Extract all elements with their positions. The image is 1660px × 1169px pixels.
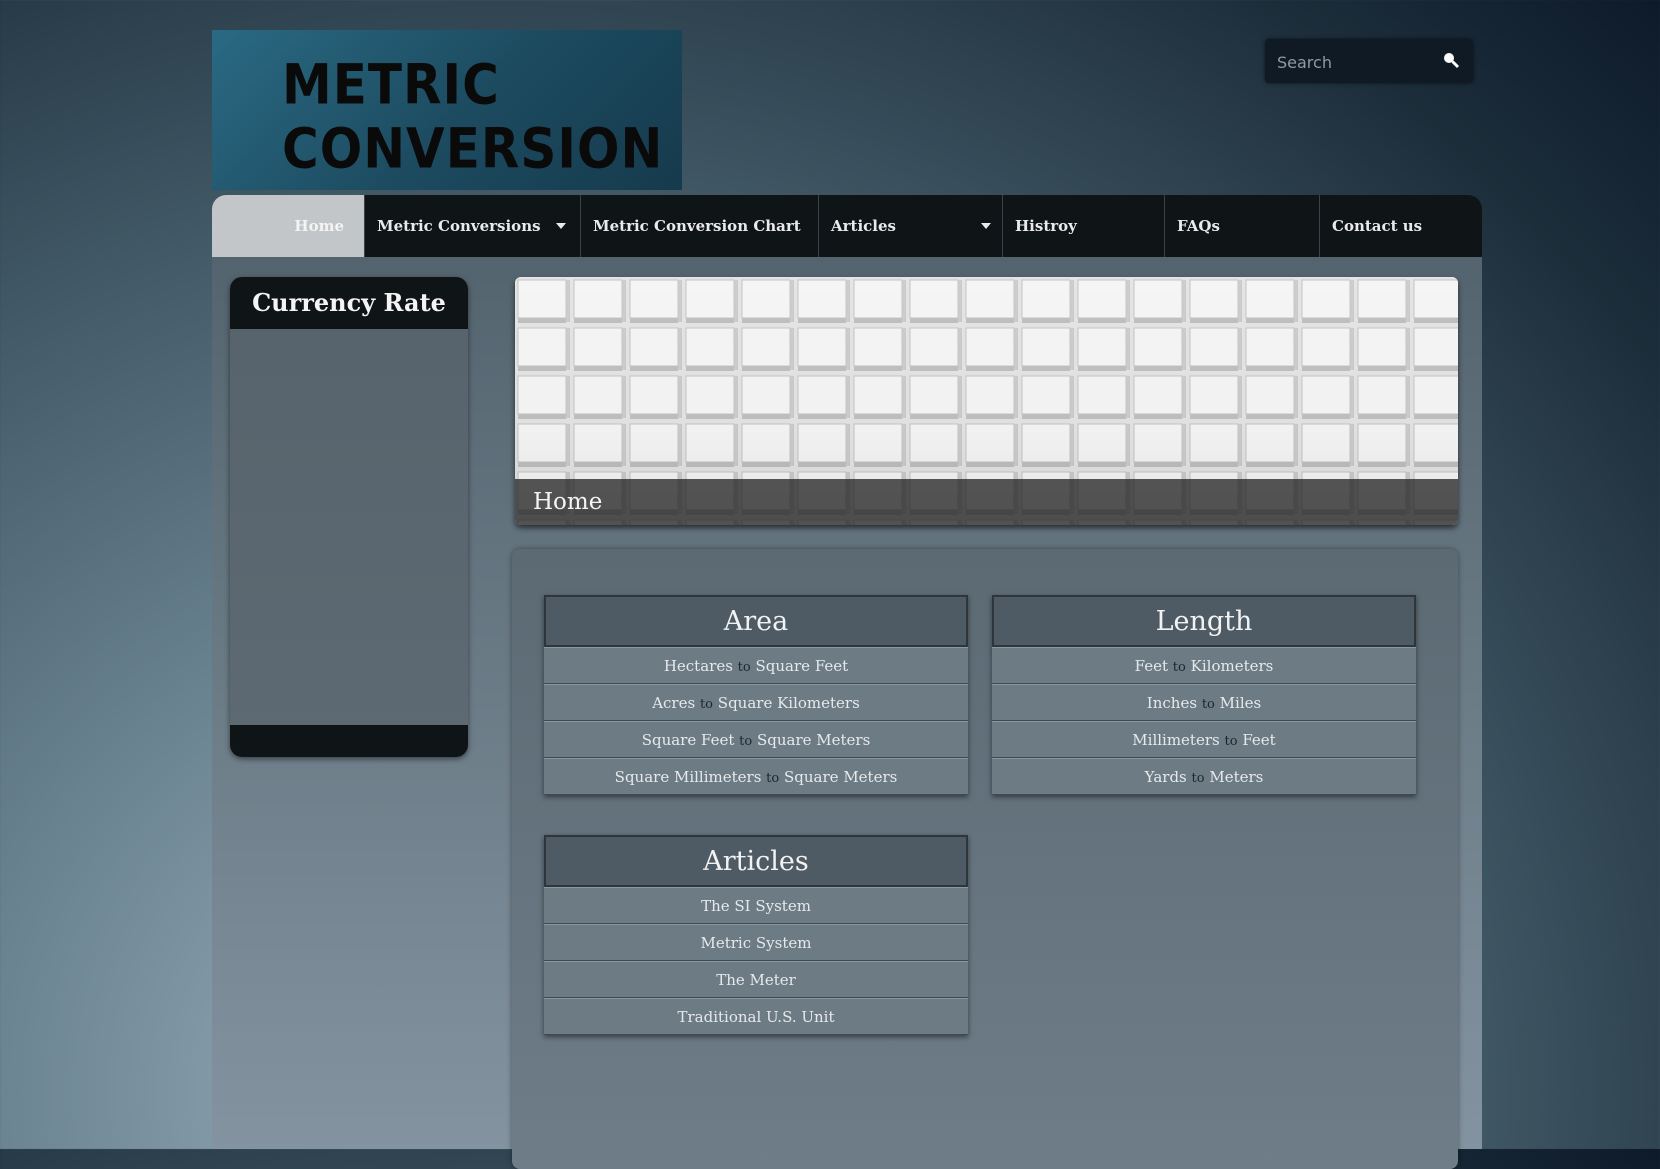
logo-line-1: METRIC	[282, 53, 500, 117]
nav-home[interactable]: Home	[212, 195, 364, 257]
unit-from: Feet	[1134, 657, 1169, 675]
main-nav: Home Metric Conversions Metric Conversio…	[212, 195, 1482, 257]
unit-from: Square Feet	[641, 731, 735, 749]
nav-metric-conversions[interactable]: Metric Conversions	[364, 195, 580, 257]
area-link[interactable]: Square Millimeters to Square Meters	[544, 758, 968, 795]
chevron-down-icon[interactable]	[556, 223, 566, 229]
unit-to: Square Feet	[755, 657, 849, 675]
articles-title: Articles	[544, 835, 968, 887]
hero-caption: Home	[515, 479, 1458, 525]
hero-banner: Home	[515, 277, 1458, 525]
unit-to: Kilometers	[1190, 657, 1274, 675]
unit-to: Meters	[1209, 768, 1264, 786]
article-link[interactable]: The SI System	[544, 887, 968, 924]
to-label: to	[1201, 697, 1215, 712]
search-input[interactable]	[1275, 47, 1439, 77]
nav-history[interactable]: Histroy	[1002, 195, 1164, 257]
currency-rate-footer	[230, 725, 468, 757]
nav-metric-conversion-chart[interactable]: Metric Conversion Chart	[580, 195, 818, 257]
length-title: Length	[992, 595, 1416, 647]
to-label: to	[766, 771, 780, 786]
unit-to: Square Kilometers	[717, 694, 860, 712]
to-label: to	[1172, 660, 1186, 675]
unit-to: Square Meters	[756, 731, 871, 749]
area-box: Area Hectares to Square Feet Acres to Sq…	[544, 595, 968, 795]
article-link[interactable]: The Meter	[544, 961, 968, 998]
to-label: to	[1224, 734, 1238, 749]
unit-from: Yards	[1144, 768, 1187, 786]
page: METRIC CONVERSION Home Metric Conversion…	[212, 0, 1482, 1169]
content-panel: Area Hectares to Square Feet Acres to Sq…	[512, 549, 1458, 1169]
nav-articles[interactable]: Articles	[818, 195, 1002, 257]
site-logo[interactable]: METRIC CONVERSION	[212, 30, 682, 190]
length-link[interactable]: Inches to Miles	[992, 684, 1416, 721]
nav-articles-label: Articles	[831, 217, 896, 235]
chevron-down-icon[interactable]	[981, 223, 991, 229]
area-link[interactable]: Hectares to Square Feet	[544, 647, 968, 684]
unit-from: Millimeters	[1132, 731, 1220, 749]
length-link[interactable]: Yards to Meters	[992, 758, 1416, 795]
area-link[interactable]: Square Feet to Square Meters	[544, 721, 968, 758]
logo-line-2: CONVERSION	[282, 117, 664, 181]
unit-from: Inches	[1146, 694, 1198, 712]
nav-contact-us[interactable]: Contact us	[1319, 195, 1482, 257]
unit-from: Hectares	[663, 657, 733, 675]
to-label: to	[1191, 771, 1205, 786]
search-icon[interactable]	[1441, 50, 1461, 70]
length-link[interactable]: Millimeters to Feet	[992, 721, 1416, 758]
to-label: to	[737, 660, 751, 675]
length-link[interactable]: Feet to Kilometers	[992, 647, 1416, 684]
nav-metric-conversions-label: Metric Conversions	[377, 217, 541, 235]
articles-box: Articles The SI System Metric System The…	[544, 835, 968, 1035]
article-link[interactable]: Metric System	[544, 924, 968, 961]
currency-rate-widget: Currency Rate	[230, 277, 468, 757]
unit-to: Square Meters	[784, 768, 898, 786]
to-label: to	[699, 697, 714, 712]
nav-faqs[interactable]: FAQs	[1164, 195, 1319, 257]
unit-from: Acres	[652, 694, 696, 712]
area-title: Area	[544, 595, 968, 647]
area-link[interactable]: Acres to Square Kilometers	[544, 684, 968, 721]
unit-from: Square Millimeters	[614, 768, 762, 786]
to-label: to	[739, 734, 753, 749]
currency-rate-title: Currency Rate	[230, 277, 468, 329]
length-box: Length Feet to Kilometers Inches to Mile…	[992, 595, 1416, 795]
article-link[interactable]: Traditional U.S. Unit	[544, 998, 968, 1035]
unit-to: Feet	[1242, 731, 1276, 749]
search-box	[1265, 39, 1473, 83]
main-body: Currency Rate Home Area Hectares to Squa…	[212, 257, 1482, 1169]
unit-to: Miles	[1219, 694, 1262, 712]
